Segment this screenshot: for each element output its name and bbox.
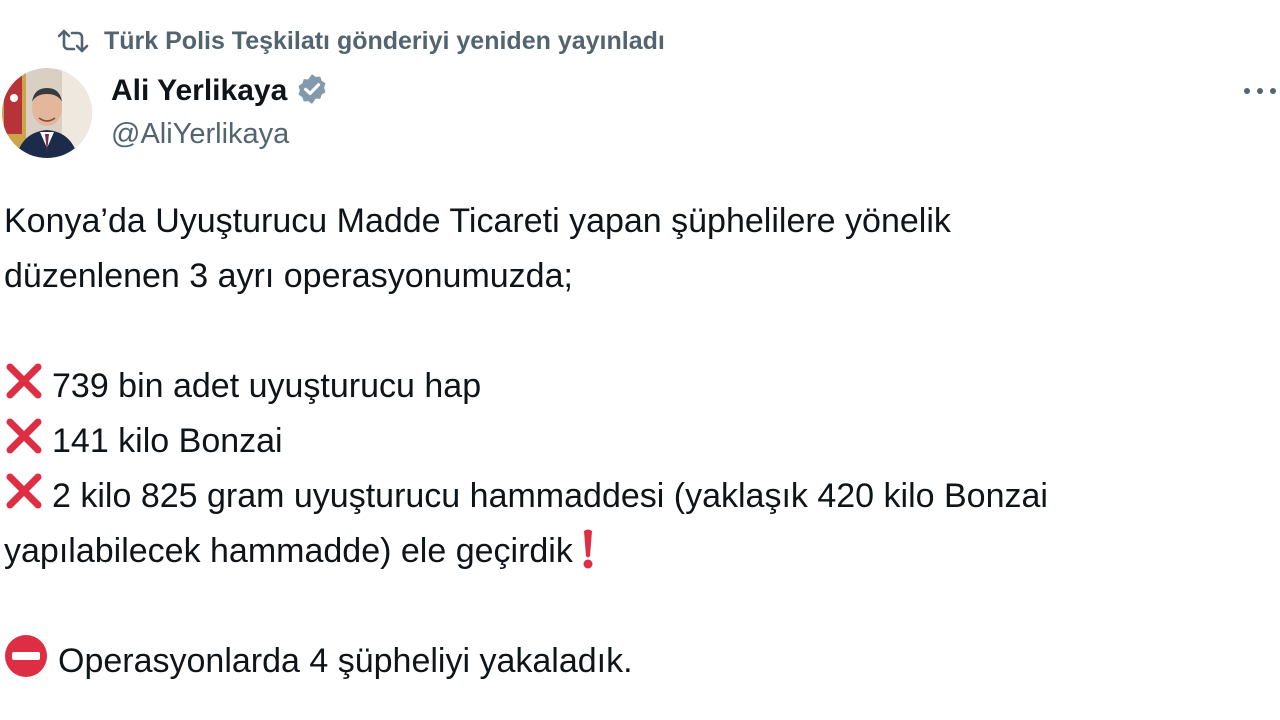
more-options-button[interactable]: [1240, 76, 1280, 106]
list-item: 739 bin adet uyuşturucu hap: [4, 359, 1264, 414]
avatar[interactable]: [2, 68, 92, 158]
author-handle[interactable]: @AliYerlikaya: [111, 118, 329, 151]
list-item-text: 141 kilo Bonzai: [52, 422, 283, 460]
repost-icon: [56, 27, 90, 55]
red-exclamation-icon: [581, 528, 595, 587]
tweet-card: Türk Polis Teşkilatı gönderiyi yeniden y…: [0, 0, 1280, 720]
verified-badge-icon[interactable]: [295, 72, 329, 111]
list-item-text: 2 kilo 825 gram uyuşturucu hammaddesi (y…: [52, 477, 1048, 515]
cross-mark-icon: [4, 471, 44, 528]
more-options-icon: [1243, 82, 1277, 100]
repost-indicator[interactable]: Türk Polis Teşkilatı gönderiyi yeniden y…: [56, 24, 665, 58]
list-item: 2 kilo 825 gram uyuşturucu hammaddesi (y…: [4, 469, 1264, 524]
no-entry-icon: [4, 634, 48, 695]
closing-text: Operasyonlarda 4 şüpheliyi yakaladık.: [58, 642, 633, 680]
tweet-text: Konya’da Uyuşturucu Madde Ticareti yapan…: [4, 194, 1264, 689]
tweet-intro-line-1: Konya’da Uyuşturucu Madde Ticareti yapan…: [4, 202, 951, 240]
list-item-continuation: yapılabilecek hammadde) ele geçirdik: [4, 524, 1264, 579]
author-display-name[interactable]: Ali Yerlikaya: [111, 74, 287, 108]
repost-text: Türk Polis Teşkilatı gönderiyi yeniden y…: [104, 26, 665, 55]
cross-mark-icon: [4, 361, 44, 418]
author-info: Ali Yerlikaya @AliYerlikaya: [111, 70, 329, 151]
cross-mark-icon: [4, 416, 44, 473]
list-item-text: 739 bin adet uyuşturucu hap: [52, 367, 482, 405]
list-item: 141 kilo Bonzai: [4, 414, 1264, 469]
list-item-continuation-text: yapılabilecek hammadde) ele geçirdik: [4, 532, 573, 570]
tweet-intro-line-2: düzenlenen 3 ayrı operasyonumuzda;: [4, 257, 573, 295]
closing-line: Operasyonlarda 4 şüpheliyi yakaladık.: [4, 634, 1264, 689]
